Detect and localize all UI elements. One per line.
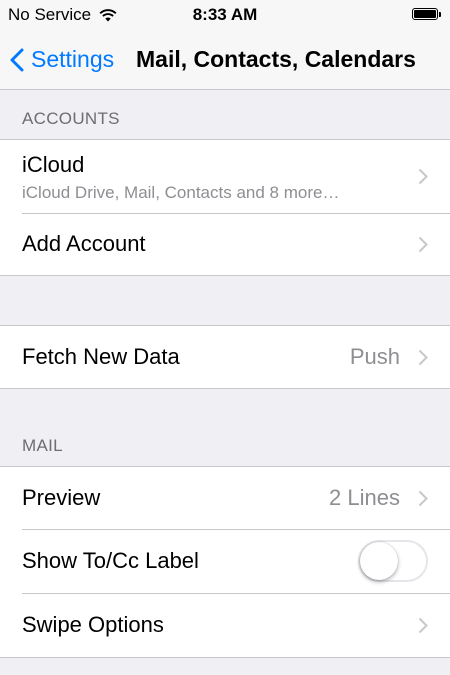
swipe-options-row[interactable]: Swipe Options — [0, 593, 450, 657]
clock: 8:33 AM — [192, 5, 258, 24]
preview-row[interactable]: Preview 2 Lines — [0, 467, 450, 529]
accounts-group: iCloud iCloud Drive, Mail, Contacts and … — [0, 139, 450, 276]
fetch-group: Fetch New Data Push — [0, 325, 450, 389]
icloud-subtitle: iCloud Drive, Mail, Contacts and 8 more… — [22, 183, 340, 202]
chevron-left-icon — [10, 48, 24, 71]
battery-icon — [412, 8, 441, 20]
show-tocc-label: Show To/Cc Label — [22, 548, 199, 573]
fetch-new-data-row[interactable]: Fetch New Data Push — [0, 326, 450, 388]
chevron-right-icon — [418, 349, 428, 366]
show-tocc-toggle[interactable] — [358, 540, 428, 582]
show-tocc-row: Show To/Cc Label — [0, 529, 450, 593]
swipe-options-label: Swipe Options — [22, 612, 164, 637]
back-button[interactable]: Settings — [10, 30, 114, 89]
section-header-accounts: ACCOUNTS — [22, 109, 120, 128]
chevron-right-icon — [418, 236, 428, 253]
chevron-right-icon — [418, 617, 428, 634]
preview-label: Preview — [22, 485, 101, 510]
mail-group: Preview 2 Lines Show To/Cc Label Swipe O… — [0, 466, 450, 658]
icloud-row[interactable]: iCloud iCloud Drive, Mail, Contacts and … — [0, 140, 450, 213]
fetch-new-data-label: Fetch New Data — [22, 344, 180, 369]
preview-value: 2 Lines — [329, 485, 400, 510]
add-account-label: Add Account — [22, 231, 146, 256]
status-bar: No Service 8:33 AM — [0, 0, 450, 30]
page-title: Mail, Contacts, Calendars — [136, 46, 416, 72]
fetch-new-data-value: Push — [349, 344, 400, 369]
toggle-knob — [360, 542, 398, 580]
chevron-right-icon — [418, 168, 428, 185]
back-button-label: Settings — [31, 46, 115, 72]
section-header-mail: MAIL — [22, 436, 63, 455]
add-account-row[interactable]: Add Account — [0, 213, 450, 275]
icloud-title: iCloud — [22, 152, 85, 177]
chevron-right-icon — [418, 490, 428, 507]
navigation-bar: Settings Mail, Contacts, Calendars — [0, 30, 450, 90]
